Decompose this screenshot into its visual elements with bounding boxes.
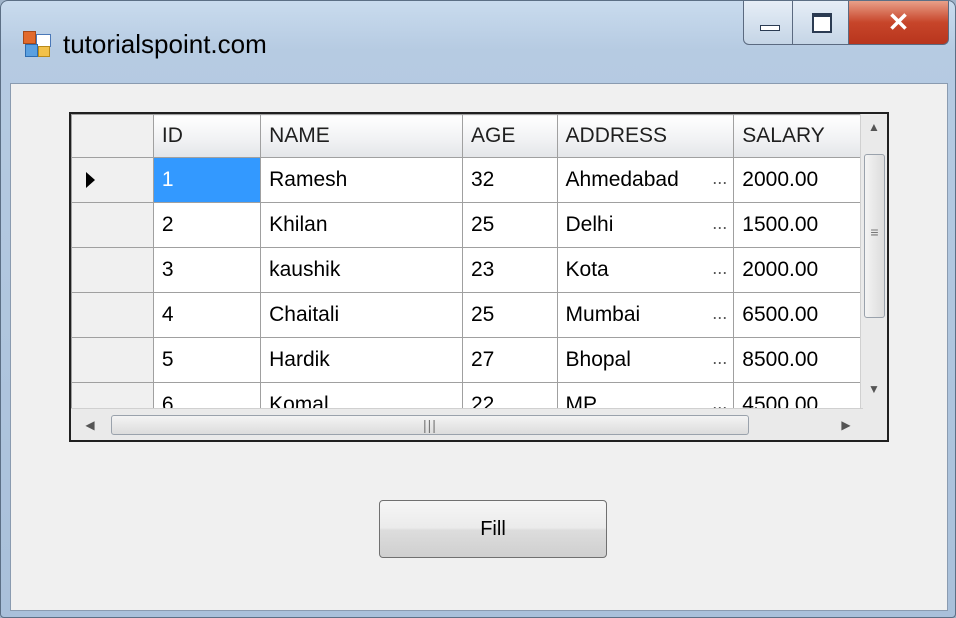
vertical-scrollbar[interactable]: ▲ ≡ ▼ bbox=[860, 114, 887, 408]
ellipsis-button[interactable]: ... bbox=[712, 393, 727, 408]
ellipsis-button[interactable]: ... bbox=[712, 213, 727, 237]
column-header-address[interactable]: ADDRESS bbox=[556, 114, 735, 158]
table-row[interactable]: 1 Ramesh 32 Ahmedabad... 2000.00 bbox=[71, 157, 863, 203]
cell-name[interactable]: Chaitali bbox=[260, 292, 463, 338]
cell-id[interactable]: 5 bbox=[152, 337, 262, 383]
minimize-icon bbox=[760, 25, 780, 31]
scroll-right-icon[interactable]: ▶ bbox=[831, 409, 861, 440]
table-row[interactable]: 5 Hardik 27 Bhopal... 8500.00 bbox=[71, 337, 863, 383]
cell-id[interactable]: 6 bbox=[152, 382, 262, 408]
ellipsis-button[interactable]: ... bbox=[712, 258, 727, 282]
cell-salary[interactable]: 2000.00 bbox=[733, 247, 863, 293]
table-row[interactable]: 3 kaushik 23 Kota... 2000.00 bbox=[71, 247, 863, 293]
cell-id[interactable]: 4 bbox=[152, 292, 262, 338]
address-text: Bhopal bbox=[565, 348, 631, 371]
cell-age[interactable]: 25 bbox=[462, 292, 558, 338]
ellipsis-button[interactable]: ... bbox=[712, 303, 727, 327]
scroll-down-icon[interactable]: ▼ bbox=[861, 376, 887, 402]
cell-name[interactable]: Ramesh bbox=[260, 157, 463, 203]
cell-salary[interactable]: 1500.00 bbox=[733, 202, 863, 248]
header-row: ID NAME AGE ADDRESS SALARY bbox=[71, 114, 863, 158]
maximize-button[interactable] bbox=[793, 1, 849, 45]
cell-id[interactable]: 3 bbox=[152, 247, 262, 293]
address-text: Delhi bbox=[565, 213, 614, 236]
data-grid-view[interactable]: ID NAME AGE ADDRESS SALARY 1 Ramesh 32 Ahme… bbox=[69, 112, 889, 442]
form-client-area: ID NAME AGE ADDRESS SALARY 1 Ramesh 32 Ahme… bbox=[10, 83, 948, 611]
cell-salary[interactable]: 6500.00 bbox=[733, 292, 863, 338]
cell-age[interactable]: 22 bbox=[462, 382, 558, 408]
row-header[interactable] bbox=[71, 382, 154, 408]
column-header-age[interactable]: AGE bbox=[462, 114, 558, 158]
cell-name[interactable]: Komal bbox=[260, 382, 463, 408]
cell-salary[interactable]: 2000.00 bbox=[733, 157, 863, 203]
current-row-arrow-icon bbox=[86, 172, 95, 188]
data-table: ID NAME AGE ADDRESS SALARY 1 Ramesh 32 Ahme… bbox=[71, 114, 863, 408]
row-header[interactable] bbox=[71, 157, 154, 203]
cell-age[interactable]: 27 bbox=[462, 337, 558, 383]
table-row[interactable]: 4 Chaitali 25 Mumbai... 6500.00 bbox=[71, 292, 863, 338]
app-icon[interactable] bbox=[23, 31, 51, 57]
cell-id[interactable]: 2 bbox=[152, 202, 262, 248]
table-row[interactable]: 2 Khilan 25 Delhi... 1500.00 bbox=[71, 202, 863, 248]
cell-address[interactable]: MP... bbox=[556, 382, 735, 408]
row-header[interactable] bbox=[71, 292, 154, 338]
address-text: Kota bbox=[565, 258, 609, 281]
cell-age[interactable]: 32 bbox=[462, 157, 558, 203]
column-header-salary[interactable]: SALARY bbox=[733, 114, 863, 158]
cell-age[interactable]: 25 bbox=[462, 202, 558, 248]
grip-icon: ||| bbox=[423, 417, 437, 433]
ellipsis-button[interactable]: ... bbox=[712, 168, 727, 192]
app-window: tutorialspoint.com ✕ ID NAME AGE ADDRESS… bbox=[0, 0, 956, 618]
scroll-up-icon[interactable]: ▲ bbox=[861, 114, 887, 140]
minimize-button[interactable] bbox=[743, 1, 793, 45]
address-text: Mumbai bbox=[565, 303, 641, 326]
cell-salary[interactable]: 8500.00 bbox=[733, 337, 863, 383]
window-title: tutorialspoint.com bbox=[63, 29, 267, 59]
cell-address[interactable]: Mumbai... bbox=[556, 292, 735, 338]
header-corner[interactable] bbox=[71, 114, 154, 158]
cell-address[interactable]: Kota... bbox=[556, 247, 735, 293]
row-header[interactable] bbox=[71, 247, 154, 293]
cell-age[interactable]: 23 bbox=[462, 247, 558, 293]
column-header-id[interactable]: ID bbox=[152, 114, 262, 158]
cell-name[interactable]: Khilan bbox=[260, 202, 463, 248]
address-text: Ahmedabad bbox=[565, 168, 679, 191]
cell-address[interactable]: Delhi... bbox=[556, 202, 735, 248]
title-bar[interactable]: tutorialspoint.com ✕ bbox=[1, 1, 955, 83]
row-header[interactable] bbox=[71, 202, 154, 248]
cell-address[interactable]: Ahmedabad... bbox=[556, 157, 735, 203]
row-header[interactable] bbox=[71, 337, 154, 383]
address-text: MP bbox=[565, 393, 598, 408]
cell-id[interactable]: 1 bbox=[152, 157, 262, 203]
cell-salary[interactable]: 4500.00 bbox=[733, 382, 863, 408]
cell-name[interactable]: kaushik bbox=[260, 247, 463, 293]
horizontal-scroll-thumb[interactable]: ||| bbox=[111, 415, 749, 435]
table-row[interactable]: 6 Komal 22 MP... 4500.00 bbox=[71, 382, 863, 408]
horizontal-scrollbar[interactable]: ◀ ||| ▶ bbox=[71, 408, 863, 440]
cell-name[interactable]: Hardik bbox=[260, 337, 463, 383]
grid-body: ID NAME AGE ADDRESS SALARY 1 Ramesh 32 Ahme… bbox=[71, 114, 863, 408]
close-button[interactable]: ✕ bbox=[849, 1, 949, 45]
scrollbar-corner bbox=[863, 408, 887, 440]
column-header-name[interactable]: NAME bbox=[260, 114, 463, 158]
maximize-icon bbox=[812, 13, 832, 33]
close-icon: ✕ bbox=[887, 7, 910, 37]
cell-address[interactable]: Bhopal... bbox=[556, 337, 735, 383]
fill-button[interactable]: Fill bbox=[379, 500, 607, 558]
ellipsis-button[interactable]: ... bbox=[712, 348, 727, 372]
scroll-left-icon[interactable]: ◀ bbox=[75, 409, 105, 440]
vertical-scroll-thumb[interactable]: ≡ bbox=[864, 154, 885, 318]
grip-icon: ≡ bbox=[870, 224, 879, 240]
